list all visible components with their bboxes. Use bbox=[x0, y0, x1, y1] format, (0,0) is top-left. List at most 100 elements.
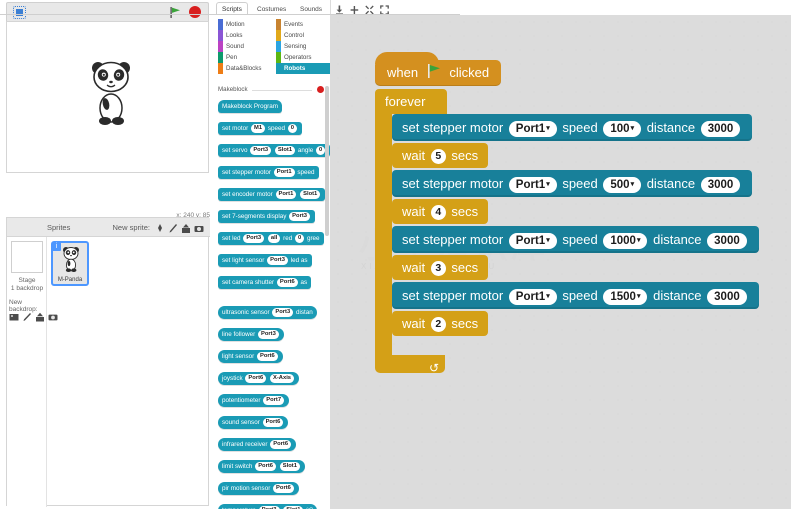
block-wait-secs[interactable]: wait 3 secs bbox=[392, 255, 489, 280]
panda-sprite[interactable] bbox=[89, 60, 133, 138]
fullscreen-icon[interactable] bbox=[13, 6, 26, 19]
dropdown-port[interactable]: Port1▾ bbox=[508, 176, 557, 193]
dropdown-port[interactable]: Port6 bbox=[245, 373, 267, 383]
input-wait-seconds[interactable]: 4 bbox=[430, 205, 446, 221]
category-sound[interactable]: Sound bbox=[218, 41, 270, 52]
palette-block-joystick[interactable]: joystick Port6 X-Axis bbox=[218, 372, 300, 385]
dropdown-port[interactable]: Port1▾ bbox=[508, 288, 557, 305]
green-flag-icon[interactable] bbox=[169, 6, 182, 19]
block-set-stepper-motor[interactable]: set stepper motor Port1▾ speed 100▾ dist… bbox=[392, 114, 753, 141]
stage-canvas[interactable] bbox=[6, 21, 209, 173]
palette-block-set-camera-shutter[interactable]: set camera shutter Port6 as bbox=[218, 276, 312, 289]
script-canvas[interactable]: 小牛知识库 XIAO NIU ZHI SHI KU when clicked f… bbox=[331, 15, 791, 509]
palette-block-set-light-sensor[interactable]: set light sensor Port3 led as bbox=[218, 254, 312, 267]
input-red[interactable]: 0 bbox=[294, 233, 305, 243]
palette-block-infrared-receiver[interactable]: infrared receiver Port6 bbox=[218, 438, 297, 451]
dropdown-port[interactable]: Port6 bbox=[262, 417, 284, 427]
input-wait-seconds[interactable]: 3 bbox=[430, 261, 446, 277]
block-wait-secs[interactable]: wait 2 secs bbox=[392, 311, 489, 336]
dropdown-slot[interactable]: Slot1 bbox=[300, 189, 321, 199]
dropdown-port[interactable]: Port6 bbox=[270, 439, 292, 449]
palette-block-ultrasonic-sensor[interactable]: ultrasonic sensor Port3 distan bbox=[218, 306, 317, 319]
dropdown-speed[interactable]: 500▾ bbox=[603, 176, 642, 193]
dropdown-port[interactable]: Port3 bbox=[258, 329, 279, 339]
category-looks[interactable]: Looks bbox=[218, 30, 270, 41]
dropdown-speed[interactable]: 1000▾ bbox=[603, 232, 648, 249]
block-forever[interactable]: forever bbox=[375, 89, 447, 114]
block-set-stepper-motor[interactable]: set stepper motor Port1▾ speed 1000▾ dis… bbox=[392, 226, 759, 253]
download-icon[interactable] bbox=[335, 2, 344, 15]
dropdown-port[interactable]: Port1▾ bbox=[508, 232, 557, 249]
palette-scrollbar[interactable] bbox=[325, 86, 329, 236]
dropdown-port[interactable]: Port3 bbox=[243, 233, 265, 243]
stage-selector-column[interactable]: Stage 1 backdrop New backdrop: bbox=[7, 237, 58, 507]
category-control[interactable]: Control bbox=[276, 30, 330, 41]
block-wait-secs[interactable]: wait 4 secs bbox=[392, 199, 489, 224]
dropdown-speed[interactable]: 100▾ bbox=[603, 120, 642, 137]
block-when-green-flag-clicked[interactable]: when clicked bbox=[375, 52, 502, 86]
palette-block-sound-sensor[interactable]: sound sensor Port6 bbox=[218, 416, 289, 429]
paint-new-icon[interactable] bbox=[22, 309, 32, 321]
palette-block-pir-motion-sensor[interactable]: pir motion sensor Port6 bbox=[218, 482, 299, 495]
dropdown-slot[interactable]: Slot1 bbox=[279, 461, 300, 471]
palette-block-light-sensor[interactable]: light sensor Port6 bbox=[218, 350, 283, 363]
block-set-stepper-motor[interactable]: set stepper motor Port1▾ speed 1500▾ dis… bbox=[392, 282, 759, 309]
input-wait-seconds[interactable]: 2 bbox=[430, 317, 446, 333]
input-wait-seconds[interactable]: 5 bbox=[430, 149, 446, 165]
category-pen[interactable]: Pen bbox=[218, 52, 270, 63]
palette-block-line-follower[interactable]: line follower Port3 bbox=[218, 328, 284, 341]
palette-block-set-servo[interactable]: set servo Port3 Slot1 angle 0 bbox=[218, 144, 330, 157]
input-distance[interactable]: 3000 bbox=[707, 288, 747, 305]
stop-sign-icon[interactable] bbox=[189, 6, 201, 18]
category-motion[interactable]: Motion bbox=[218, 19, 270, 30]
backdrop-library-icon[interactable] bbox=[9, 309, 19, 321]
dropdown-port[interactable]: Port3 bbox=[289, 211, 310, 221]
dropdown-port[interactable]: Port6 bbox=[276, 277, 298, 287]
block-wait-secs[interactable]: wait 5 secs bbox=[392, 143, 489, 168]
camera-sprite-icon[interactable] bbox=[194, 221, 204, 232]
upload-backdrop-icon[interactable] bbox=[35, 309, 45, 322]
dropdown-port[interactable]: Port3 bbox=[267, 255, 288, 265]
palette-block-list[interactable]: Makeblock Makeblock Program set motor M1… bbox=[214, 82, 330, 509]
input-distance[interactable]: 3000 bbox=[700, 176, 741, 193]
dropdown-port[interactable]: Port6 bbox=[256, 351, 278, 361]
category-robots[interactable]: Robots bbox=[276, 63, 330, 74]
palette-block-set-encoder-motor[interactable]: set encoder motor Port1 Slot1 bbox=[218, 188, 326, 201]
input-distance[interactable]: 3000 bbox=[700, 120, 741, 137]
category-operators[interactable]: Operators bbox=[276, 52, 330, 63]
dropdown-port[interactable]: Port1▾ bbox=[508, 120, 557, 137]
paint-new-icon[interactable] bbox=[168, 221, 178, 233]
dropdown-angle[interactable]: 0 bbox=[316, 145, 326, 155]
palette-block-limit-switch[interactable]: limit switch Port6 Slot1 bbox=[218, 460, 305, 473]
dropdown-port[interactable]: Port6 bbox=[255, 461, 277, 471]
sprite-library-icon[interactable] bbox=[155, 221, 165, 232]
palette-block-set-7-segments-display[interactable]: set 7-segments display Port3 bbox=[218, 210, 315, 223]
palette-block-makeblock-program[interactable]: Makeblock Program bbox=[218, 100, 282, 113]
expand-icon[interactable] bbox=[380, 2, 389, 15]
add-icon[interactable] bbox=[350, 2, 359, 14]
dropdown-motor[interactable]: M1 bbox=[251, 123, 266, 133]
upload-sprite-icon[interactable] bbox=[181, 221, 191, 233]
block-set-stepper-motor[interactable]: set stepper motor Port1▾ speed 500▾ dist… bbox=[392, 170, 753, 197]
dropdown-speed[interactable]: 1500▾ bbox=[603, 288, 648, 305]
palette-block-potentiometer[interactable]: potentiometer Port7 bbox=[218, 394, 290, 407]
dropdown-port[interactable]: Port3 bbox=[272, 307, 294, 317]
palette-block-set-motor[interactable]: set motor M1 speed 0 bbox=[218, 122, 302, 135]
dropdown-speed[interactable]: 0 bbox=[287, 123, 297, 133]
list-item[interactable]: i M-Panda bbox=[51, 241, 89, 286]
shrink-icon[interactable] bbox=[365, 2, 374, 15]
dropdown-axis[interactable]: X-Axis bbox=[269, 373, 295, 383]
dropdown-led-index[interactable]: all bbox=[267, 233, 281, 243]
dropdown-port[interactable]: Port6 bbox=[273, 483, 294, 493]
category-data-and-blocks[interactable]: Data&Blocks bbox=[218, 63, 276, 74]
dropdown-port[interactable]: Port3 bbox=[250, 145, 272, 155]
sprite-info-badge[interactable]: i bbox=[52, 242, 61, 251]
palette-block-set-led[interactable]: set led Port3 all red 0 gree bbox=[218, 232, 324, 245]
input-distance[interactable]: 3000 bbox=[707, 232, 747, 249]
stage-thumbnail[interactable] bbox=[11, 241, 43, 273]
palette-block-temperature[interactable]: temperature Port3 Slot1 °C bbox=[218, 504, 318, 509]
category-events[interactable]: Events bbox=[276, 19, 330, 30]
category-sensing[interactable]: Sensing bbox=[276, 41, 330, 52]
dropdown-slot[interactable]: Slot1 bbox=[274, 145, 296, 155]
dropdown-port[interactable]: Port1 bbox=[273, 167, 295, 177]
